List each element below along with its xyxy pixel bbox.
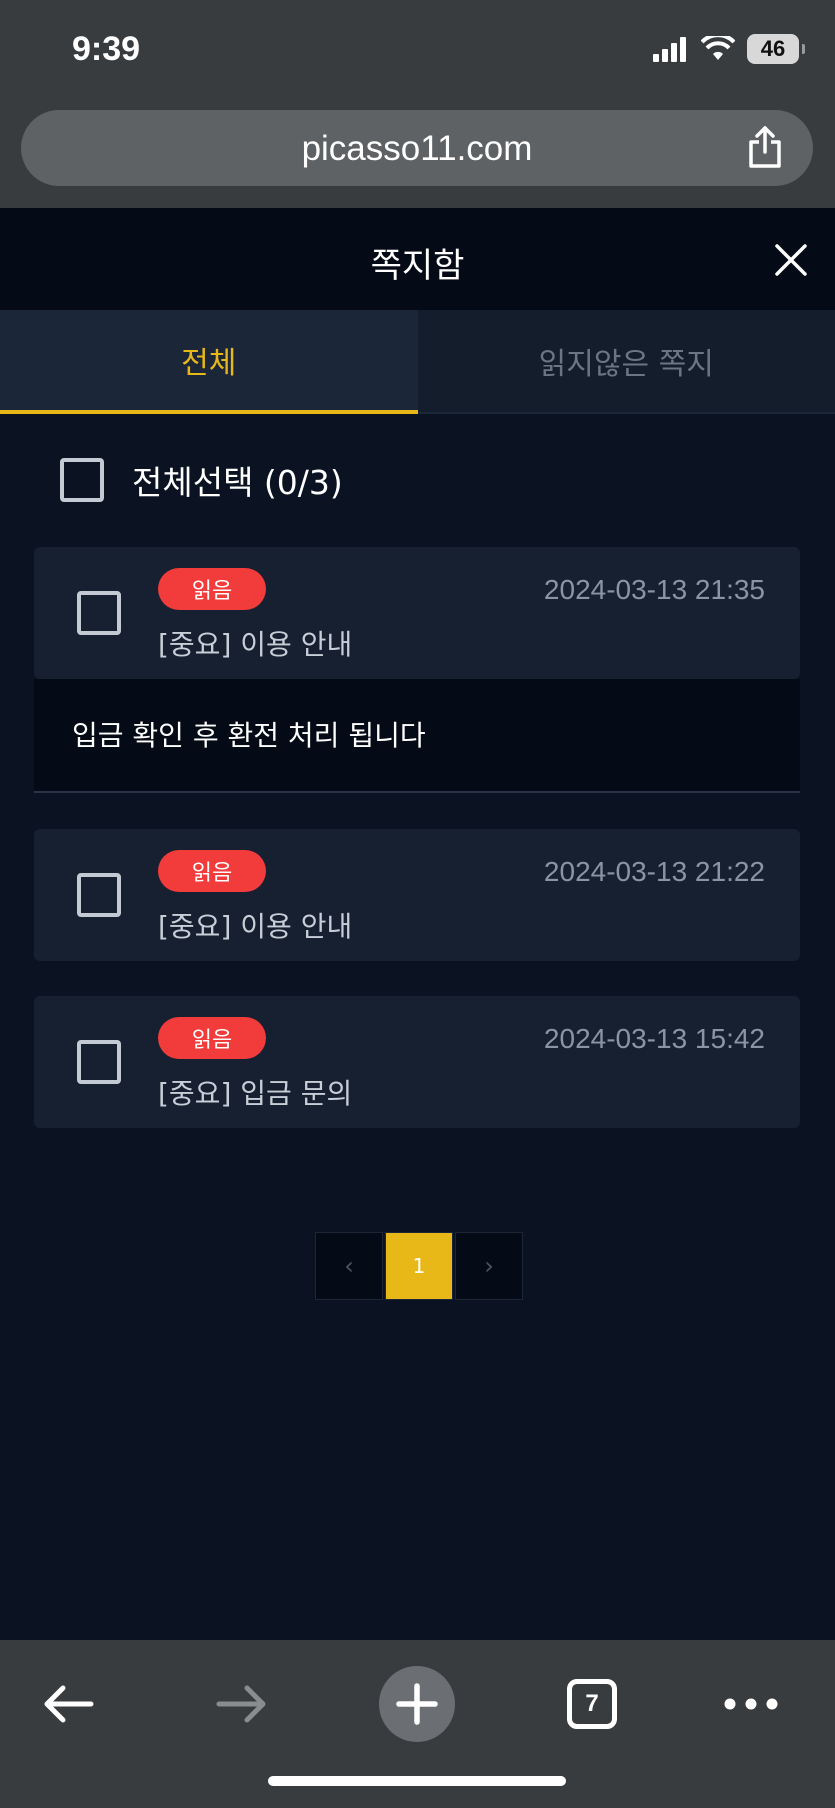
message-subject: [중요] 입금 문의 bbox=[158, 1077, 353, 1110]
url-text: picasso11.com bbox=[301, 129, 533, 168]
tab-count: 7 bbox=[567, 1679, 617, 1729]
tabs-button[interactable]: 7 bbox=[554, 1666, 630, 1742]
status-time: 9:39 bbox=[72, 30, 141, 68]
page-1-button[interactable]: 1 bbox=[385, 1232, 453, 1300]
message-item[interactable]: 읽음 2024-03-13 21:22 [중요] 이용 안내 bbox=[34, 829, 800, 961]
back-button[interactable] bbox=[30, 1666, 106, 1742]
status-bar: 9:39 46 bbox=[0, 0, 835, 100]
wifi-icon bbox=[701, 36, 735, 60]
close-icon[interactable] bbox=[769, 238, 813, 282]
prev-page-button[interactable]: ‹ bbox=[315, 1232, 383, 1300]
read-status-badge: 읽음 bbox=[158, 568, 266, 610]
new-tab-button[interactable] bbox=[379, 1666, 455, 1742]
status-icons: 46 bbox=[653, 34, 805, 64]
tab-all[interactable]: 전체 bbox=[0, 310, 418, 414]
arrow-right-icon bbox=[216, 1685, 266, 1723]
pagination: ‹ 1 › bbox=[315, 1232, 523, 1300]
select-all-row[interactable]: 전체선택 (0/3) bbox=[60, 456, 343, 504]
modal-title: 쪽지함 bbox=[370, 246, 465, 286]
read-status-badge: 읽음 bbox=[158, 1017, 266, 1059]
cellular-signal-icon bbox=[653, 37, 686, 62]
message-subject: [중요] 이용 안내 bbox=[158, 628, 353, 661]
message-checkbox[interactable] bbox=[77, 1040, 121, 1084]
more-dots-icon bbox=[724, 1698, 778, 1710]
message-checkbox[interactable] bbox=[77, 873, 121, 917]
next-page-button[interactable]: › bbox=[455, 1232, 523, 1300]
arrow-left-icon bbox=[44, 1685, 94, 1723]
read-status-badge: 읽음 bbox=[158, 850, 266, 892]
home-indicator bbox=[268, 1776, 566, 1786]
message-date: 2024-03-13 21:22 bbox=[543, 856, 765, 887]
modal-header: 쪽지함 bbox=[0, 208, 835, 310]
forward-button[interactable] bbox=[204, 1666, 280, 1742]
select-all-label: 전체선택 (0/3) bbox=[132, 463, 343, 502]
message-body-text: 입금 확인 후 환전 처리 됩니다 bbox=[72, 719, 426, 752]
message-body: 입금 확인 후 환전 처리 됩니다 bbox=[34, 679, 800, 793]
plus-icon bbox=[396, 1683, 438, 1725]
message-tabs: 전체 읽지않은 쪽지 bbox=[0, 310, 835, 414]
message-item[interactable]: 읽음 2024-03-13 15:42 [중요] 입금 문의 bbox=[34, 996, 800, 1128]
battery-icon: 46 bbox=[747, 34, 805, 64]
select-all-checkbox[interactable] bbox=[60, 458, 104, 502]
more-button[interactable] bbox=[713, 1666, 789, 1742]
message-checkbox[interactable] bbox=[77, 591, 121, 635]
message-item[interactable]: 읽음 2024-03-13 21:35 [중요] 이용 안내 bbox=[34, 547, 800, 679]
message-date: 2024-03-13 15:42 bbox=[543, 1023, 765, 1054]
message-date: 2024-03-13 21:35 bbox=[543, 574, 765, 605]
tab-unread[interactable]: 읽지않은 쪽지 bbox=[417, 310, 835, 414]
browser-bar: picasso11.com bbox=[0, 100, 835, 208]
message-subject: [중요] 이용 안내 bbox=[158, 910, 353, 943]
share-icon[interactable] bbox=[745, 124, 785, 170]
address-bar[interactable]: picasso11.com bbox=[21, 110, 813, 186]
